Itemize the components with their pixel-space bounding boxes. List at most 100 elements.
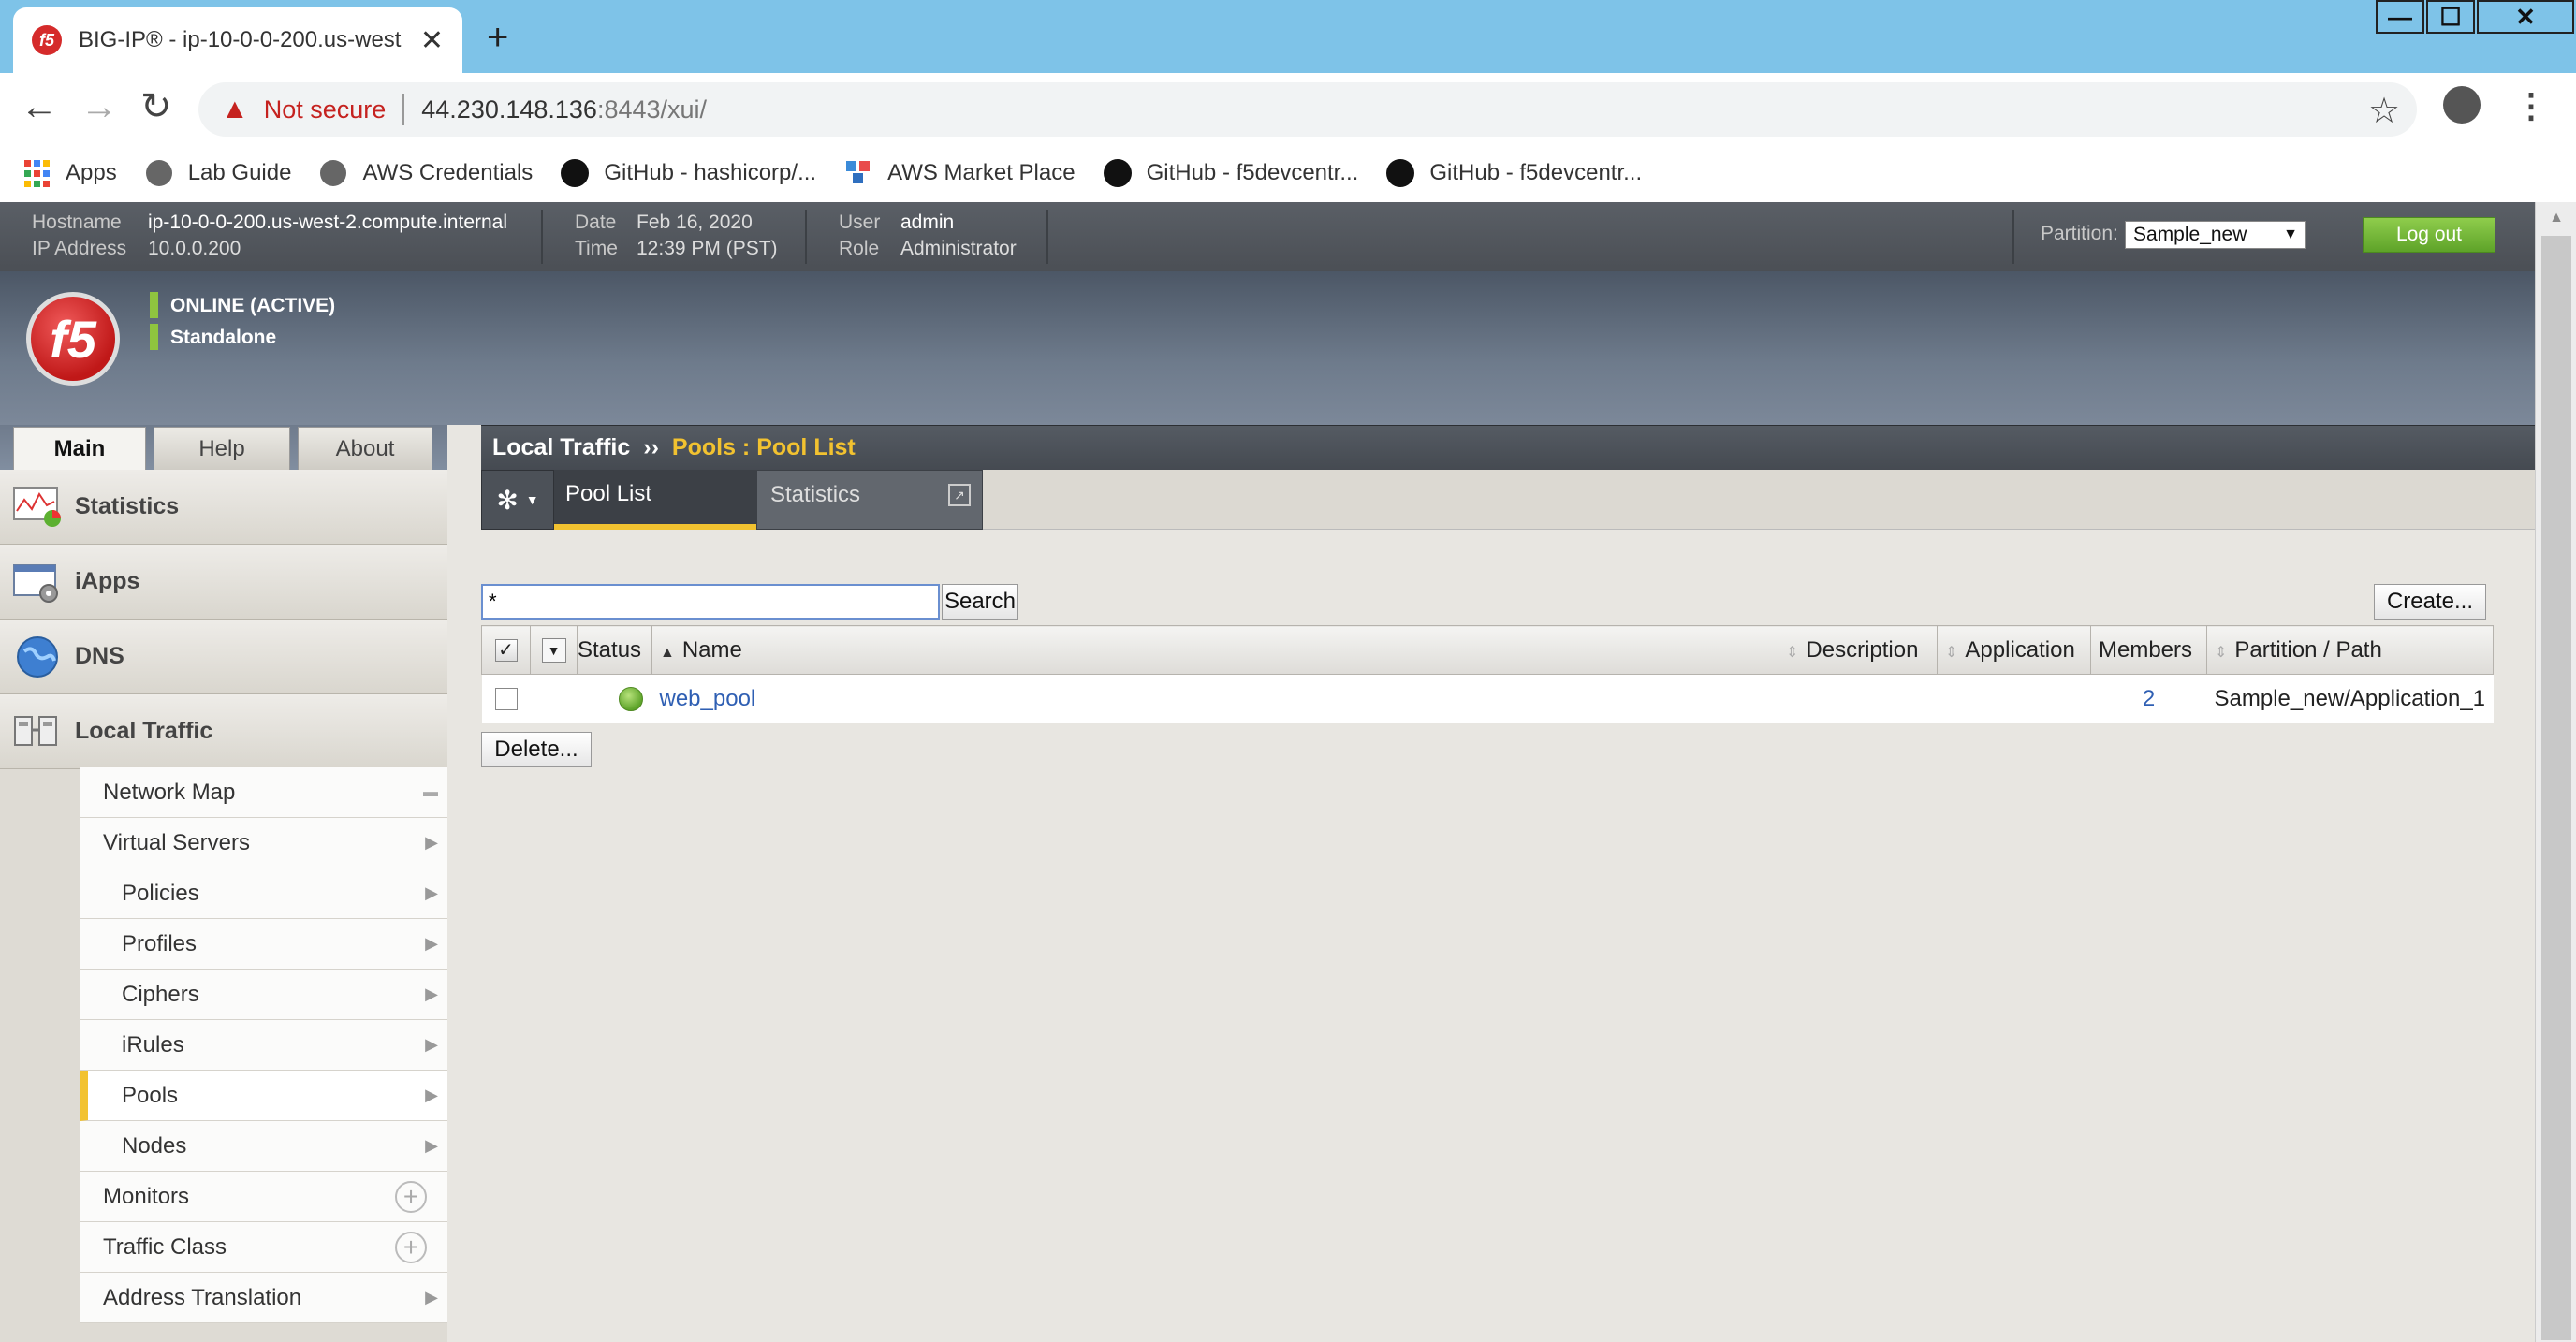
column-name[interactable]: ▲ Name [651, 625, 1778, 675]
submenu-item-virtual-servers[interactable]: Virtual Servers ▶ [80, 818, 447, 868]
submenu-item-pools[interactable]: Pools ▶ [80, 1071, 447, 1121]
bookmark-apps[interactable]: Apps [22, 159, 117, 187]
globe-icon [145, 159, 173, 187]
address-bar: ← → ↻ ▲ Not secure 44.230.148.136:8443/x… [0, 73, 2576, 144]
nav-tabs: Main Help About [0, 425, 447, 470]
submenu-label: Pools [122, 1082, 179, 1108]
tab-about[interactable]: About [298, 427, 432, 470]
column-description[interactable]: ⇕ Description [1778, 625, 1938, 675]
submenu-item-policies[interactable]: Policies ▶ [80, 868, 447, 919]
bookmark-github-f5devcentral-2[interactable]: GitHub - f5devcentr... [1386, 159, 1642, 187]
bookmark-github-f5devcentral-1[interactable]: GitHub - f5devcentr... [1103, 159, 1358, 187]
minimize-button[interactable]: — [2376, 0, 2424, 34]
column-name-label: Name [681, 636, 742, 663]
bookmark-github-hashicorp[interactable]: GitHub - hashicorp/... [561, 159, 816, 187]
pool-table: ✓ ▼ Status ▲ Name ⇕ Description ⇕ Applicati… [481, 625, 2494, 723]
tab-help[interactable]: Help [154, 427, 290, 470]
sidebar-item-local-traffic[interactable]: Local Traffic [0, 694, 447, 769]
url-host: 44.230.148.136 [421, 95, 597, 124]
ip-address-value: 10.0.0.200 [148, 238, 242, 259]
column-partition[interactable]: ⇕ Partition / Path [2206, 625, 2494, 675]
bookmark-aws-credentials[interactable]: AWS Credentials [319, 159, 533, 187]
github-icon [561, 159, 590, 187]
partition-select[interactable]: Sample_new ▼ [2125, 221, 2306, 249]
select-all-header[interactable]: ✓ [481, 625, 531, 675]
tab-close-icon[interactable]: ✕ [420, 24, 444, 57]
column-application[interactable]: ⇕ Application [1937, 625, 2091, 675]
submenu-item-nodes[interactable]: Nodes ▶ [80, 1121, 447, 1172]
members-link[interactable]: 2 [2143, 686, 2155, 711]
gear-menu-button[interactable]: ✻ ▼ [481, 470, 554, 530]
search-input[interactable] [481, 584, 940, 620]
iapps-window-icon [13, 558, 62, 606]
dropdown-arrow-icon: ▼ [2283, 226, 2298, 242]
status-filter-header[interactable]: ▼ [530, 625, 578, 675]
status-available-icon [618, 687, 643, 712]
submenu-item-profiles[interactable]: Profiles ▶ [80, 919, 447, 970]
submenu-item-irules[interactable]: iRules ▶ [80, 1020, 447, 1071]
dns-globe-icon [13, 633, 62, 681]
tab-main[interactable]: Main [13, 427, 146, 470]
column-status[interactable]: Status [577, 625, 652, 675]
profile-avatar-icon[interactable] [2443, 86, 2481, 124]
omnibox-divider [402, 94, 405, 125]
warning-triangle-icon: ▲ [221, 94, 249, 124]
f5-logo[interactable]: f5 [26, 292, 120, 386]
browser-tab-strip: f5 BIG-IP® - ip-10-0-0-200.us-west ✕ + —… [0, 0, 2576, 73]
statistics-chart-icon [13, 483, 62, 532]
submenu-item-traffic-class[interactable]: Traffic Class + [80, 1222, 447, 1273]
row-checkbox[interactable] [494, 688, 518, 711]
submenu-item-ciphers[interactable]: Ciphers ▶ [80, 970, 447, 1020]
sidebar-item-iapps[interactable]: iApps [0, 545, 447, 620]
breadcrumb-root[interactable]: Local Traffic [492, 434, 630, 461]
sidebar-item-dns[interactable]: DNS [0, 620, 447, 694]
page-scrollbar[interactable]: ▲ [2535, 202, 2576, 1342]
bookmark-aws-market-place[interactable]: AWS Market Place [844, 159, 1076, 187]
back-arrow-icon[interactable]: ← [21, 88, 58, 125]
sort-asc-icon: ▲ [660, 644, 675, 661]
sidebar-item-label: DNS [75, 643, 124, 669]
submenu-item-network-map[interactable]: Network Map ▬ [80, 767, 447, 818]
chevron-right-icon: ▶ [425, 934, 438, 953]
chevron-down-icon[interactable]: ▼ [541, 638, 566, 664]
window-close-button[interactable]: ✕ [2477, 0, 2574, 34]
row-select-cell [481, 674, 531, 723]
bookmark-lab-guide[interactable]: Lab Guide [145, 159, 291, 187]
pool-name-link[interactable]: web_pool [660, 686, 756, 711]
submenu-item-address-translation[interactable]: Address Translation ▶ [80, 1273, 447, 1323]
omnibox[interactable]: ▲ Not secure 44.230.148.136:8443/xui/ [198, 82, 2417, 137]
search-button[interactable]: Search [942, 584, 1018, 620]
maximize-button[interactable]: ☐ [2426, 0, 2475, 34]
url-text[interactable]: 44.230.148.136:8443/xui/ [421, 95, 707, 124]
add-plus-icon[interactable]: + [395, 1180, 427, 1213]
status-indicator [150, 324, 158, 350]
create-button[interactable]: Create... [2374, 584, 2486, 620]
delete-button[interactable]: Delete... [481, 732, 592, 767]
not-secure-label[interactable]: Not secure [264, 95, 387, 124]
select-all-checkbox[interactable]: ✓ [494, 639, 518, 663]
forward-arrow-icon[interactable]: → [80, 88, 118, 125]
table-header-row: ✓ ▼ Status ▲ Name ⇕ Description ⇕ Applicati… [481, 625, 2494, 675]
logout-button[interactable]: Log out [2363, 217, 2496, 253]
hostname-label: Hostname [32, 212, 122, 233]
github-icon [1103, 159, 1132, 187]
scroll-thumb[interactable] [2541, 236, 2571, 1340]
bookmark-star-icon[interactable]: ☆ [2368, 90, 2400, 132]
kebab-menu-icon[interactable]: ⋮ [2514, 86, 2548, 125]
tab-pool-list[interactable]: Pool List [554, 470, 756, 530]
application-cell [1937, 674, 2091, 723]
f5-favicon-icon: f5 [32, 25, 62, 55]
reload-icon[interactable]: ↻ [140, 88, 172, 125]
scroll-up-arrow-icon[interactable]: ▲ [2536, 202, 2576, 234]
new-tab-button[interactable]: + [487, 19, 508, 56]
tab-statistics[interactable]: Statistics ↗ [756, 470, 983, 530]
add-plus-icon[interactable]: + [395, 1231, 427, 1263]
column-members[interactable]: Members [2090, 625, 2207, 675]
browser-tab[interactable]: f5 BIG-IP® - ip-10-0-0-200.us-west ✕ [13, 7, 462, 73]
submenu-item-monitors[interactable]: Monitors + [80, 1172, 447, 1222]
sort-icon: ⇕ [1786, 644, 1799, 661]
local-traffic-submenu: Network Map ▬ Virtual Servers ▶ Policies ▶ … [80, 767, 447, 1323]
submenu-label: Policies [122, 880, 199, 906]
sidebar-item-statistics[interactable]: Statistics [0, 470, 447, 545]
chevron-right-icon: ▶ [425, 833, 438, 852]
